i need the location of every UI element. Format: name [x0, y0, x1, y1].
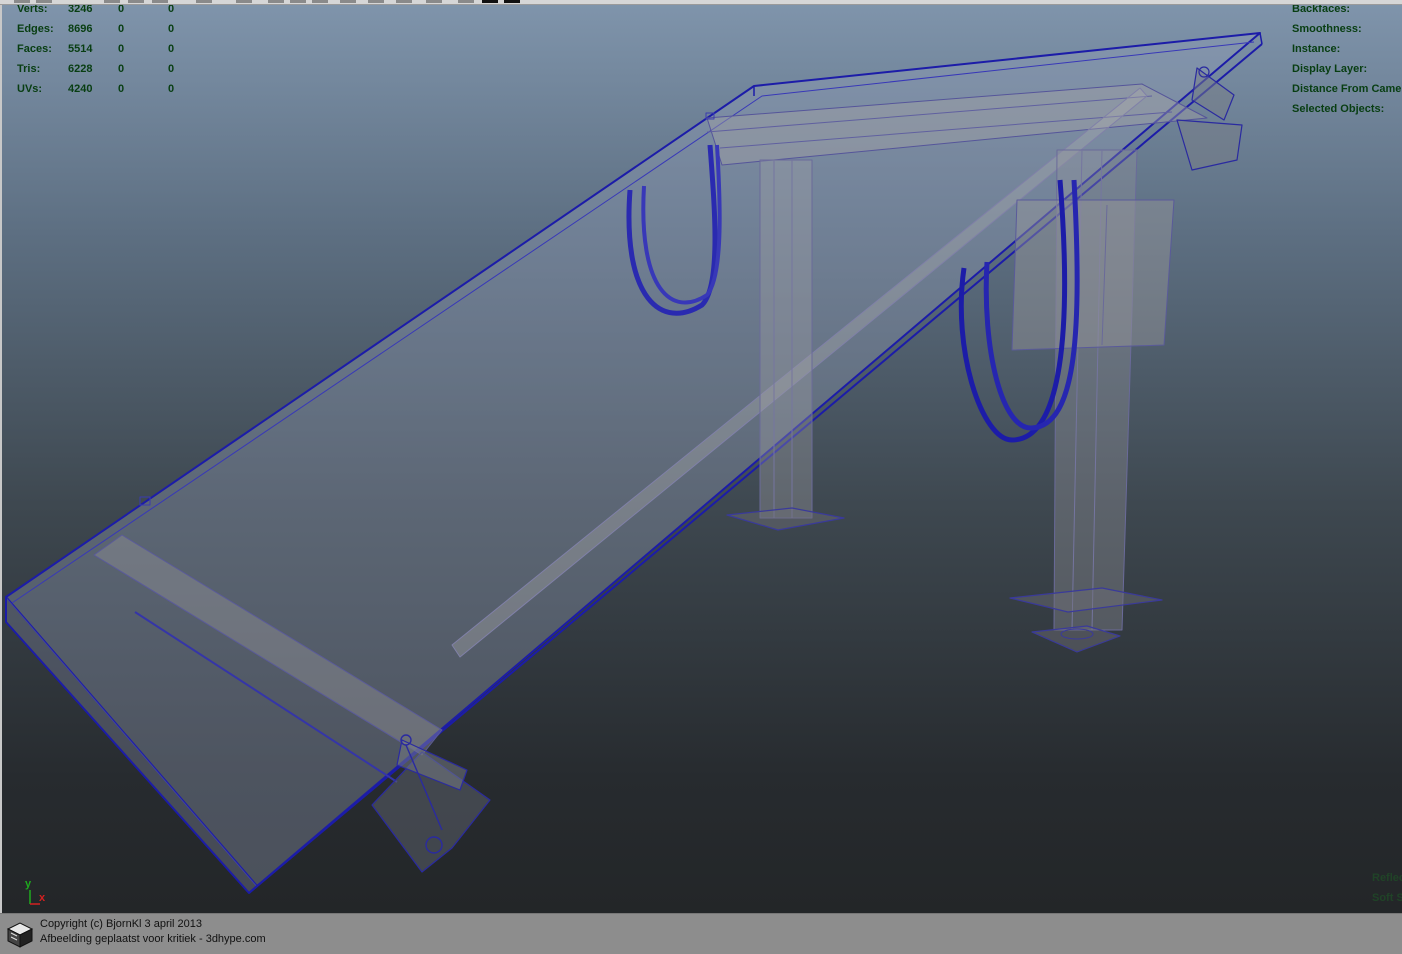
- hud-stat-value: 0: [118, 5, 125, 15]
- hud-stat-label: Faces:: [17, 43, 52, 55]
- toolbar-icon[interactable]: [128, 0, 144, 3]
- hud-stat-value: 0: [168, 5, 175, 15]
- toolbar-icon[interactable]: [152, 0, 168, 3]
- toolbar-icon[interactable]: [236, 0, 252, 3]
- toolbar-icon[interactable]: [196, 0, 212, 3]
- toolbar-icon[interactable]: [14, 0, 30, 3]
- toolbar-icon[interactable]: [504, 0, 520, 3]
- hud-stat-label: Tris:: [17, 63, 41, 75]
- toolbar-icon[interactable]: [36, 0, 52, 3]
- hud-stat-label: Verts:: [17, 5, 48, 15]
- toolbar-icon[interactable]: [458, 0, 474, 3]
- toolbar-icon[interactable]: [396, 0, 412, 3]
- hud-stat-value: 0: [118, 83, 125, 95]
- toolbar-icon[interactable]: [312, 0, 328, 3]
- footer-bar: Copyright (c) BjornKl 3 april 2013 Afbee…: [0, 913, 1402, 954]
- axis-y-label: y: [25, 878, 32, 890]
- toolbar-icon[interactable]: [268, 0, 284, 3]
- wireframe-scene[interactable]: [2, 5, 1402, 913]
- toolbar-icon[interactable]: [426, 0, 442, 3]
- hud-stat-value: 0: [118, 23, 125, 35]
- right-base-plate: [1009, 587, 1163, 613]
- left-base-plate: [726, 507, 845, 531]
- panel-edge-right: [1259, 32, 1263, 45]
- toolbar-icon[interactable]: [368, 0, 384, 3]
- hud-selected-objects-label: Selected Objects:: [1292, 103, 1385, 115]
- hud-reflection-label: Reflec: [1372, 872, 1402, 884]
- toolbar-icon[interactable]: [290, 0, 306, 3]
- hud-distance-label: Distance From Came: [1292, 83, 1402, 95]
- hud-smoothness-label: Smoothness:: [1292, 23, 1362, 35]
- axis-gizmo: y x: [22, 878, 52, 908]
- hud-stat-label: UVs:: [17, 83, 43, 95]
- footer-caption: Afbeelding geplaatst voor kritiek - 3dhy…: [40, 933, 266, 945]
- hud-stat-value: 8696: [68, 23, 93, 35]
- hud-stat-value: 3246: [68, 5, 93, 15]
- clamp-top-right: [1176, 119, 1243, 171]
- hud-stat-value: 0: [118, 43, 125, 55]
- toolbar-icon[interactable]: [104, 0, 120, 3]
- hud-stat-value: 0: [168, 83, 175, 95]
- toolbar-icon[interactable]: [340, 0, 356, 3]
- junction-box: [1011, 199, 1175, 351]
- hud-display-layer-label: Display Layer:: [1292, 63, 1368, 75]
- hud-stat-value: 4240: [68, 83, 93, 95]
- 3d-viewport[interactable]: Verts: 3246 0 0 Edges: 8696 0 0 Faces: 5…: [0, 5, 1402, 913]
- clamp-top-right: [1191, 67, 1235, 121]
- hud-stat-value: 0: [168, 23, 175, 35]
- footer-copyright: Copyright (c) BjornKl 3 april 2013: [40, 918, 203, 930]
- toolbar-icon[interactable]: [482, 0, 498, 3]
- box-logo-icon: [6, 922, 34, 948]
- hud-stat-value: 5514: [68, 43, 93, 55]
- hud-stat-value: 6228: [68, 63, 93, 75]
- hud-stat-label: Edges:: [17, 23, 54, 35]
- hud-stat-value: 0: [168, 43, 175, 55]
- hud-stat-value: 0: [118, 63, 125, 75]
- hud-backfaces-label: Backfaces:: [1292, 5, 1351, 15]
- left-leg: [759, 159, 813, 519]
- hud-stat-value: 0: [168, 63, 175, 75]
- hud-soft-label: Soft S: [1372, 892, 1402, 904]
- hud-instance-label: Instance:: [1292, 43, 1341, 55]
- axis-x-label: x: [39, 892, 46, 904]
